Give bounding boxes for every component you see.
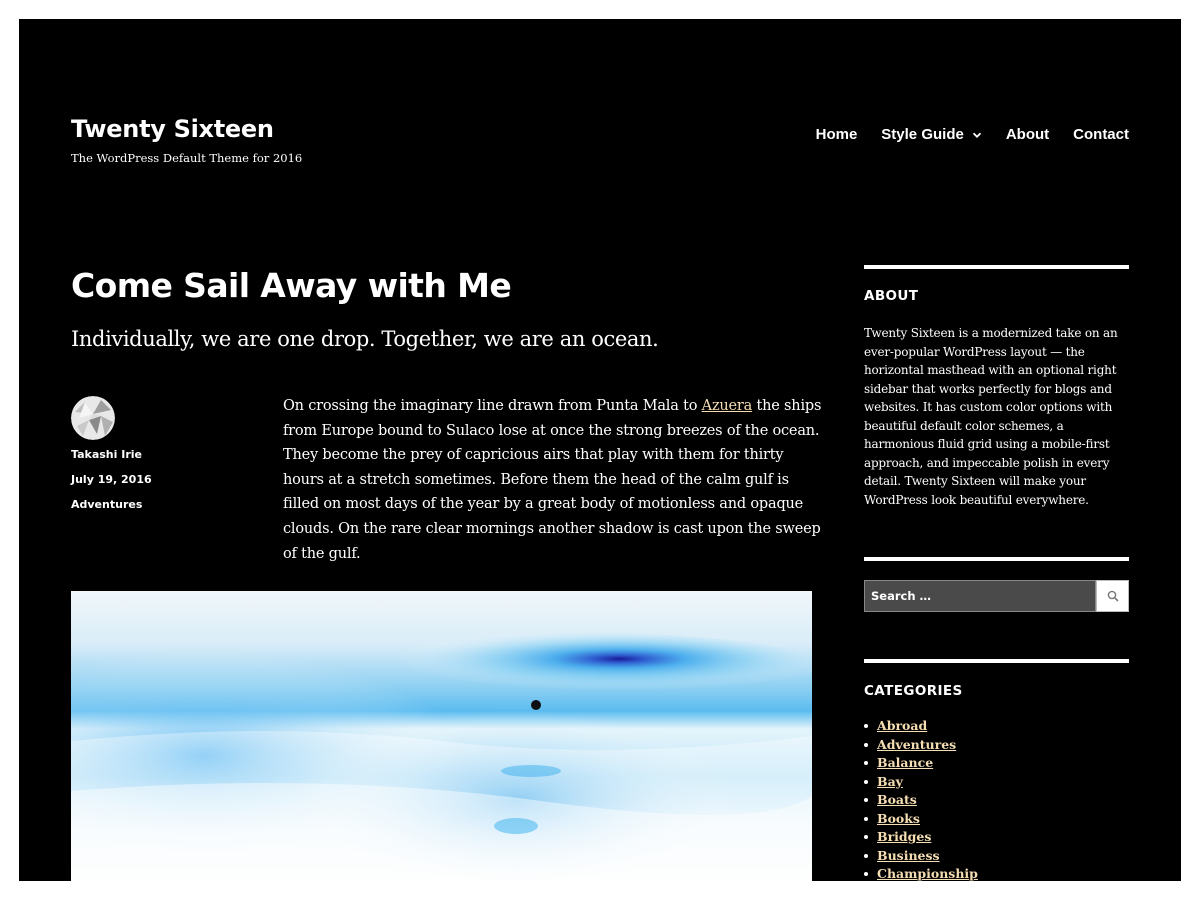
category-link-boats[interactable]: Boats xyxy=(877,791,917,810)
search-input[interactable] xyxy=(864,580,1096,612)
ocean-image xyxy=(71,591,812,881)
bullet-icon xyxy=(864,798,868,803)
bullet-icon xyxy=(864,742,868,747)
widget-divider xyxy=(864,557,1129,561)
list-item: Business xyxy=(864,847,978,866)
nav-item-label: About xyxy=(1005,126,1050,143)
list-item: Bridges xyxy=(864,828,978,847)
site-tagline: The WordPress Default Theme for 2016 xyxy=(71,151,303,165)
main-navigation: Home Style Guide About Contact xyxy=(816,126,1129,143)
category-link-books[interactable]: Books xyxy=(877,810,920,829)
post-category[interactable]: Adventures xyxy=(71,498,142,511)
nav-item-about[interactable]: About xyxy=(1006,126,1049,143)
list-item: Balance xyxy=(864,754,978,773)
list-item: Adventures xyxy=(864,736,978,755)
list-item: Books xyxy=(864,810,978,829)
list-item: Championship xyxy=(864,865,978,881)
search-button[interactable] xyxy=(1096,580,1129,612)
post-body-text: On crossing the imaginary line drawn fro… xyxy=(283,398,702,414)
bullet-icon xyxy=(864,835,868,840)
search-form xyxy=(864,580,1129,612)
post-excerpt: Individually, we are one drop. Together,… xyxy=(71,327,659,351)
category-link-bridges[interactable]: Bridges xyxy=(877,828,931,847)
categories-list: Abroad Adventures Balance Bay Boats Book… xyxy=(864,717,978,881)
nav-item-label: Contact xyxy=(1073,126,1129,143)
category-link-business[interactable]: Business xyxy=(877,847,940,866)
post-body-link[interactable]: Azuera xyxy=(702,398,753,414)
author-avatar[interactable] xyxy=(71,396,115,440)
chevron-down-icon[interactable] xyxy=(972,130,982,140)
widget-divider xyxy=(864,265,1129,269)
bullet-icon xyxy=(864,761,868,766)
category-link-bay[interactable]: Bay xyxy=(877,773,903,792)
about-widget-text: Twenty Sixteen is a modernized take on a… xyxy=(864,326,1118,507)
post-author[interactable]: Takashi Irie xyxy=(71,448,142,461)
nav-item-style-guide[interactable]: Style Guide xyxy=(881,126,982,143)
nav-item-contact[interactable]: Contact xyxy=(1073,126,1129,143)
list-item: Boats xyxy=(864,791,978,810)
bullet-icon xyxy=(864,872,868,877)
avatar-image xyxy=(71,396,115,440)
nav-item-home[interactable]: Home xyxy=(816,126,858,143)
post-featured-image xyxy=(71,591,812,881)
bullet-icon xyxy=(864,816,868,821)
bullet-icon xyxy=(864,724,868,729)
about-widget-title: ABOUT xyxy=(864,288,919,304)
post-title[interactable]: Come Sail Away with Me xyxy=(71,266,512,305)
list-item: Abroad xyxy=(864,717,978,736)
category-link-balance[interactable]: Balance xyxy=(877,754,933,773)
site-title[interactable]: Twenty Sixteen xyxy=(71,115,274,143)
post-date[interactable]: July 19, 2016 xyxy=(71,473,152,486)
post-body: On crossing the imaginary line drawn fro… xyxy=(283,394,823,566)
search-icon xyxy=(1107,590,1119,602)
category-link-championship[interactable]: Championship xyxy=(877,865,978,881)
category-link-abroad[interactable]: Abroad xyxy=(877,717,927,736)
nav-item-label: Home xyxy=(815,126,858,143)
nav-item-label: Style Guide xyxy=(881,126,964,143)
bullet-icon xyxy=(864,853,868,858)
widget-divider xyxy=(864,659,1129,663)
list-item: Bay xyxy=(864,773,978,792)
bullet-icon xyxy=(864,779,868,784)
post-body-text: the ships from Europe bound to Sulaco lo… xyxy=(283,398,822,562)
category-link-adventures[interactable]: Adventures xyxy=(877,736,956,755)
categories-widget-title: CATEGORIES xyxy=(864,683,963,699)
page-frame: Twenty Sixteen The WordPress Default The… xyxy=(19,19,1181,881)
